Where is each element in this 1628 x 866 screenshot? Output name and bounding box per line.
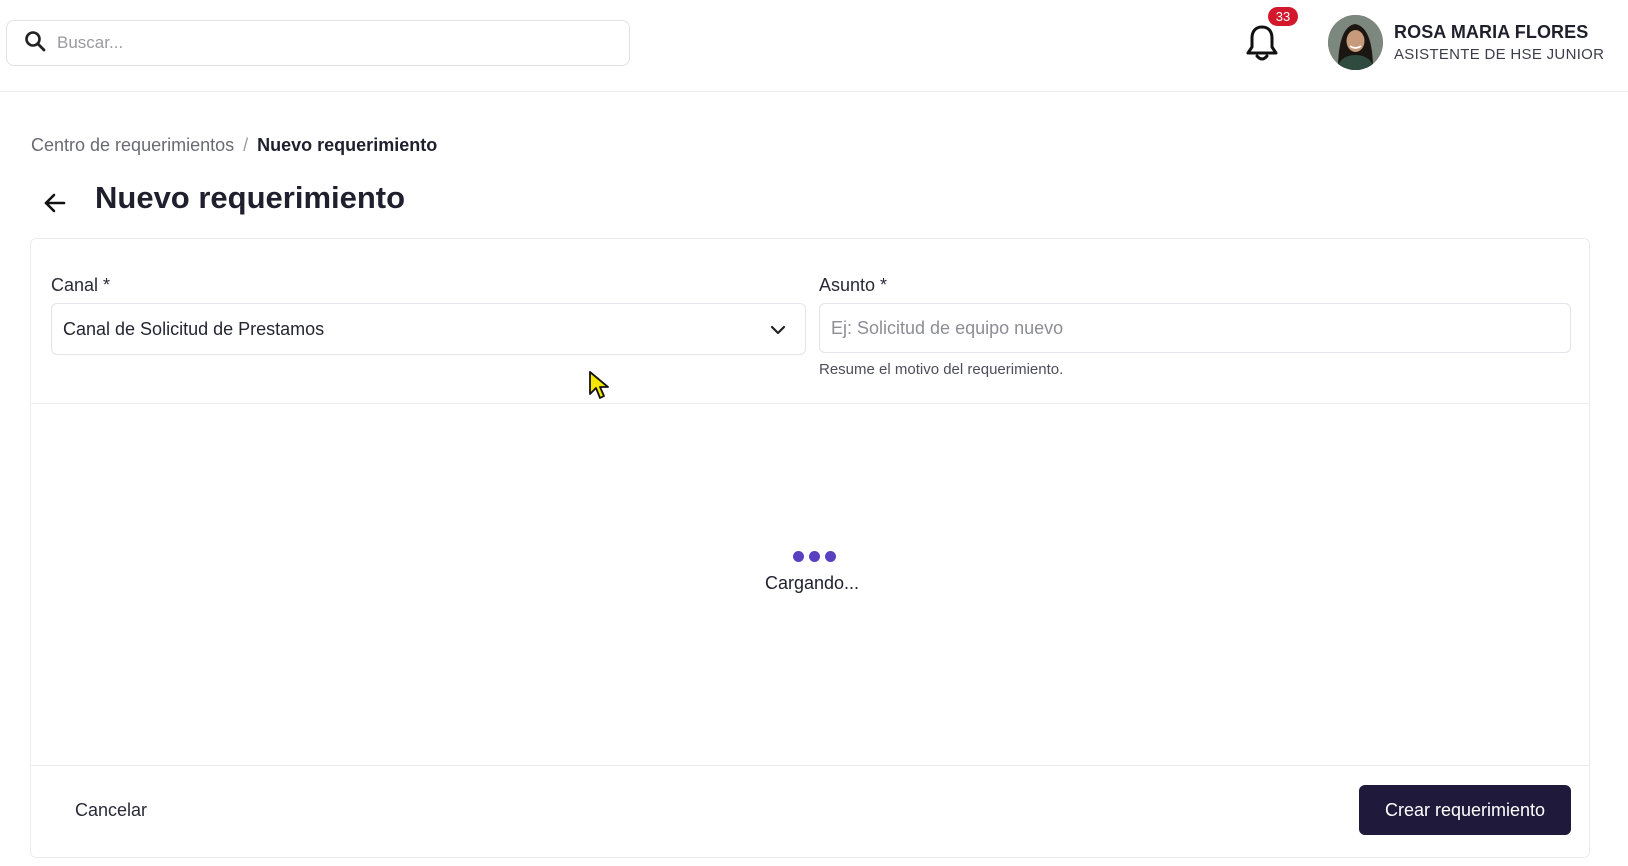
search-box[interactable] [6,20,630,66]
canal-select-value: Canal de Solicitud de Prestamos [63,318,325,339]
bell-icon[interactable] [1244,22,1280,62]
back-arrow-icon[interactable] [40,188,70,218]
divider [31,403,1589,404]
divider [31,765,1589,766]
asunto-input[interactable] [819,303,1571,353]
loading-dot [809,551,820,562]
breadcrumb: Centro de requerimientos / Nuevo requeri… [31,135,437,156]
search-icon [23,29,47,58]
canal-label: Canal * [51,275,111,295]
breadcrumb-separator: / [243,135,249,155]
search-input[interactable] [57,33,617,53]
asunto-helper-text: Resume el motivo del requerimiento. [819,361,1064,378]
canal-select[interactable]: Canal de Solicitud de Prestamos [51,303,806,355]
request-form-card: Canal * Canal de Solicitud de Prestamos … [30,238,1590,858]
page-title: Nuevo requerimiento [95,180,406,215]
breadcrumb-parent-link[interactable]: Centro de requerimientos [31,135,234,155]
avatar[interactable] [1328,15,1383,70]
create-request-button[interactable]: Crear requerimiento [1359,785,1571,835]
notification-badge: 33 [1268,7,1298,26]
loading-text: Cargando... [765,573,860,593]
chevron-down-icon [769,321,787,339]
asunto-label: Asunto * [819,275,888,295]
top-bar: 33 ROSA MARIA FLORES ASISTENTE DE HSE JU… [0,0,1628,92]
loading-spinner [793,551,836,562]
cancel-button[interactable]: Cancelar [75,785,147,835]
user-name: ROSA MARIA FLORES [1394,22,1589,42]
mouse-cursor-icon [588,370,612,402]
loading-dot [825,551,836,562]
user-role: ASISTENTE DE HSE JUNIOR [1394,46,1605,63]
breadcrumb-current: Nuevo requerimiento [257,135,438,155]
loading-dot [793,551,804,562]
